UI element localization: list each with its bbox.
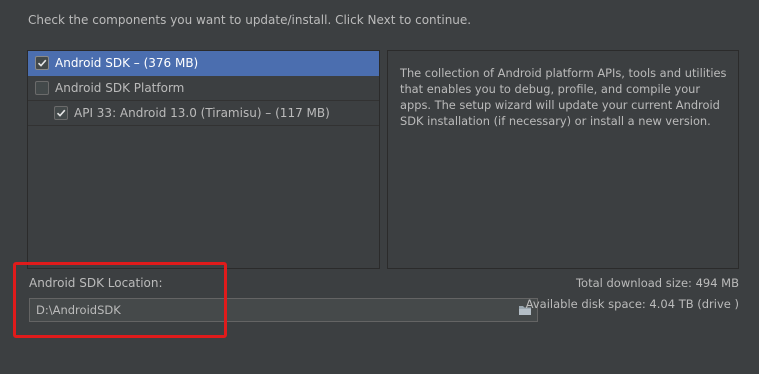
component-label: Android SDK – (376 MB) (55, 56, 199, 70)
sdk-location-input[interactable] (30, 299, 513, 321)
components-tree: Android SDK – (376 MB) Android SDK Platf… (27, 50, 380, 269)
check-icon (37, 59, 47, 67)
check-icon (56, 109, 66, 117)
checkbox-api-33[interactable] (54, 106, 68, 120)
component-label: API 33: Android 13.0 (Tiramisu) – (117 M… (74, 106, 330, 120)
instructions-text: Check the components you want to update/… (28, 13, 472, 27)
sdk-location-label: Android SDK Location: (29, 276, 163, 290)
description-panel: The collection of Android platform APIs,… (387, 50, 739, 269)
component-android-sdk-platform[interactable]: Android SDK Platform (28, 76, 379, 101)
checkbox-android-sdk-platform[interactable] (35, 81, 49, 95)
component-label: Android SDK Platform (55, 81, 185, 95)
checkbox-android-sdk[interactable] (35, 56, 49, 70)
component-api-33[interactable]: API 33: Android 13.0 (Tiramisu) – (117 M… (28, 101, 379, 126)
sdk-location-field (29, 298, 538, 322)
component-description: The collection of Android platform APIs,… (400, 66, 727, 128)
component-android-sdk[interactable]: Android SDK – (376 MB) (28, 51, 379, 76)
available-disk-space: Available disk space: 4.04 TB (drive ) (525, 297, 739, 311)
total-download-size: Total download size: 494 MB (575, 276, 739, 290)
